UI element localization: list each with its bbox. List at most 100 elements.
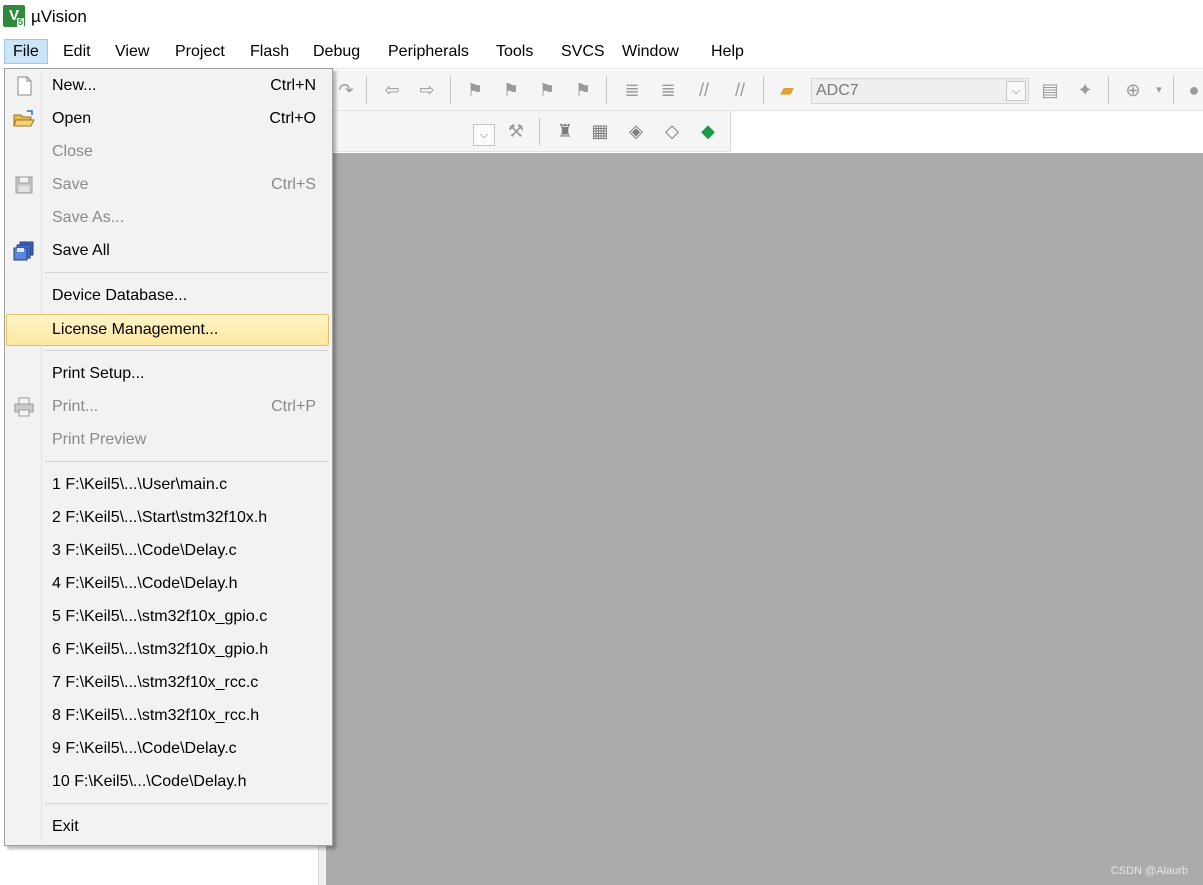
unindent-icon[interactable]: ≣: [657, 79, 679, 101]
menu-separator: [45, 461, 328, 462]
toolbar-separator: [450, 76, 451, 104]
menu-edit[interactable]: Edit: [55, 39, 99, 64]
menu-separator: [45, 272, 328, 273]
toolbar-separator: [1173, 76, 1174, 104]
toolbar-separator: [539, 117, 540, 145]
menu-item-print-preview[interactable]: Print Preview: [7, 425, 328, 456]
new-file-icon: [13, 76, 35, 96]
run-time-environment-icon[interactable]: ◆: [697, 120, 719, 142]
target-select[interactable]: ADC7 ⌵: [811, 78, 1029, 104]
toolbar-separator: [763, 76, 764, 104]
recent-file-item[interactable]: 1 F:\Keil5\...\User\main.c: [7, 470, 328, 501]
menu-view[interactable]: View: [107, 39, 157, 64]
recent-file-item[interactable]: 8 F:\Keil5\...\stm32f10x_rcc.h: [7, 701, 328, 732]
navigate-forward-icon[interactable]: ⇨: [416, 79, 438, 101]
recent-file-item[interactable]: 3 F:\Keil5\...\Code\Delay.c: [7, 536, 328, 567]
recent-file-item[interactable]: 6 F:\Keil5\...\stm32f10x_gpio.h: [7, 635, 328, 666]
target-select-value: ADC7: [816, 82, 859, 99]
menu-item-label: Save: [52, 176, 89, 193]
menu-window[interactable]: Window: [614, 39, 687, 64]
menu-separator: [45, 350, 328, 351]
chevron-down-icon[interactable]: ⌵: [1006, 81, 1026, 101]
dropdown-arrow-icon[interactable]: ▾: [1148, 79, 1170, 101]
navigate-back-icon[interactable]: ⇦: [381, 79, 403, 101]
recent-file-item[interactable]: 10 F:\Keil5\...\Code\Delay.h: [7, 767, 328, 798]
menu-item-exit[interactable]: Exit: [7, 812, 328, 843]
menu-item-label: Close: [52, 143, 93, 160]
recent-file-item[interactable]: 9 F:\Keil5\...\Code\Delay.c: [7, 734, 328, 765]
recent-file-item[interactable]: 5 F:\Keil5\...\stm32f10x_gpio.c: [7, 602, 328, 633]
menu-item-label: Print Setup...: [52, 365, 145, 382]
manage-components-icon[interactable]: ◈: [625, 120, 647, 142]
recent-file-item[interactable]: 7 F:\Keil5\...\stm32f10x_rcc.c: [7, 668, 328, 699]
file-menu-dropdown: New... Ctrl+N Open Ctrl+O Close Save Ctr…: [4, 68, 333, 846]
recent-file-item[interactable]: 2 F:\Keil5\...\Start\stm32f10x.h: [7, 503, 328, 534]
menu-item-new[interactable]: New... Ctrl+N: [7, 71, 328, 102]
watermark: CSDN @Alaurb: [1110, 865, 1188, 877]
menu-item-label: 5 F:\Keil5\...\stm32f10x_gpio.c: [52, 608, 268, 625]
menu-item-device-database[interactable]: Device Database...: [7, 281, 328, 312]
find-in-files-icon[interactable]: ▰: [776, 79, 798, 101]
menu-item-shortcut: Ctrl+P: [271, 398, 316, 415]
comment-icon[interactable]: //: [693, 79, 715, 101]
menu-item-label: 7 F:\Keil5\...\stm32f10x_rcc.c: [52, 674, 259, 691]
menu-item-license-management[interactable]: License Management...: [6, 314, 329, 346]
menu-item-label: 9 F:\Keil5\...\Code\Delay.c: [52, 740, 237, 757]
menu-item-label: 6 F:\Keil5\...\stm32f10x_gpio.h: [52, 641, 269, 658]
menu-item-label: Save As...: [52, 209, 125, 226]
next-bookmark-icon[interactable]: ⚑: [536, 79, 558, 101]
window-title: µVision: [31, 7, 87, 26]
debug-session-icon[interactable]: ✦: [1074, 79, 1096, 101]
menu-item-open[interactable]: Open Ctrl+O: [7, 104, 328, 135]
uncomment-icon[interactable]: //: [729, 79, 751, 101]
select-packs-icon[interactable]: ▦: [589, 120, 611, 142]
toolbar-separator: [1108, 76, 1109, 104]
previous-bookmark-icon[interactable]: ⚑: [500, 79, 522, 101]
toolbar-separator: [366, 76, 367, 104]
menu-item-label: Print Preview: [52, 431, 147, 448]
menu-item-label: Open: [52, 110, 92, 127]
menu-item-close[interactable]: Close: [7, 137, 328, 168]
chevron-down-icon[interactable]: ⌵: [473, 124, 495, 146]
menu-separator: [45, 803, 328, 804]
menu-item-label: License Management...: [52, 321, 219, 338]
save-all-icon: [13, 241, 35, 261]
menu-bar: File Edit View Project Flash Debug Perip…: [0, 35, 1203, 69]
menu-item-save-all[interactable]: Save All: [7, 236, 328, 267]
zoom-icon[interactable]: ⊕: [1122, 79, 1144, 101]
build-toolbar: ⌵ ⚒ ♜ ▦ ◈ ◇ ◆: [333, 111, 731, 152]
print-icon: [13, 397, 35, 417]
menu-svcs[interactable]: SVCS: [553, 39, 613, 64]
manage-project-items-icon[interactable]: ♜: [554, 120, 576, 142]
menu-item-label: Print...: [52, 398, 99, 415]
menu-item-print[interactable]: Print... Ctrl+P: [7, 392, 328, 423]
menu-flash[interactable]: Flash: [242, 39, 297, 64]
toolbar-separator: [606, 76, 607, 104]
menu-item-save-as[interactable]: Save As...: [7, 203, 328, 234]
incremental-find-icon[interactable]: ▤: [1039, 79, 1061, 101]
menu-item-label: 8 F:\Keil5\...\stm32f10x_rcc.h: [52, 707, 260, 724]
indent-icon[interactable]: ≣: [621, 79, 643, 101]
menu-help[interactable]: Help: [703, 39, 752, 64]
options-icon[interactable]: ●: [1183, 79, 1203, 101]
title-bar: V5 µVision: [0, 0, 1203, 35]
menu-peripherals[interactable]: Peripherals: [380, 39, 477, 64]
pack-installer-icon[interactable]: ◇: [661, 120, 683, 142]
menu-item-label: Exit: [52, 818, 79, 835]
insert-bookmark-icon[interactable]: ⚑: [464, 79, 486, 101]
menu-item-print-setup[interactable]: Print Setup...: [7, 359, 328, 390]
menu-item-label: Device Database...: [52, 287, 188, 304]
menu-project[interactable]: Project: [167, 39, 233, 64]
menu-item-label: 1 F:\Keil5\...\User\main.c: [52, 476, 228, 493]
uvision-logo-icon: V5: [3, 5, 25, 27]
menu-file[interactable]: File: [4, 39, 48, 64]
redo-icon[interactable]: ↷: [335, 79, 357, 101]
menu-tools[interactable]: Tools: [488, 39, 541, 64]
menu-item-save[interactable]: Save Ctrl+S: [7, 170, 328, 201]
recent-file-item[interactable]: 4 F:\Keil5\...\Code\Delay.h: [7, 569, 328, 600]
clear-bookmarks-icon[interactable]: ⚑: [572, 79, 594, 101]
menu-debug[interactable]: Debug: [305, 39, 368, 64]
editor-workspace: [326, 153, 1203, 885]
menu-item-label: 3 F:\Keil5\...\Code\Delay.c: [52, 542, 237, 559]
target-options-icon[interactable]: ⚒: [505, 120, 527, 142]
